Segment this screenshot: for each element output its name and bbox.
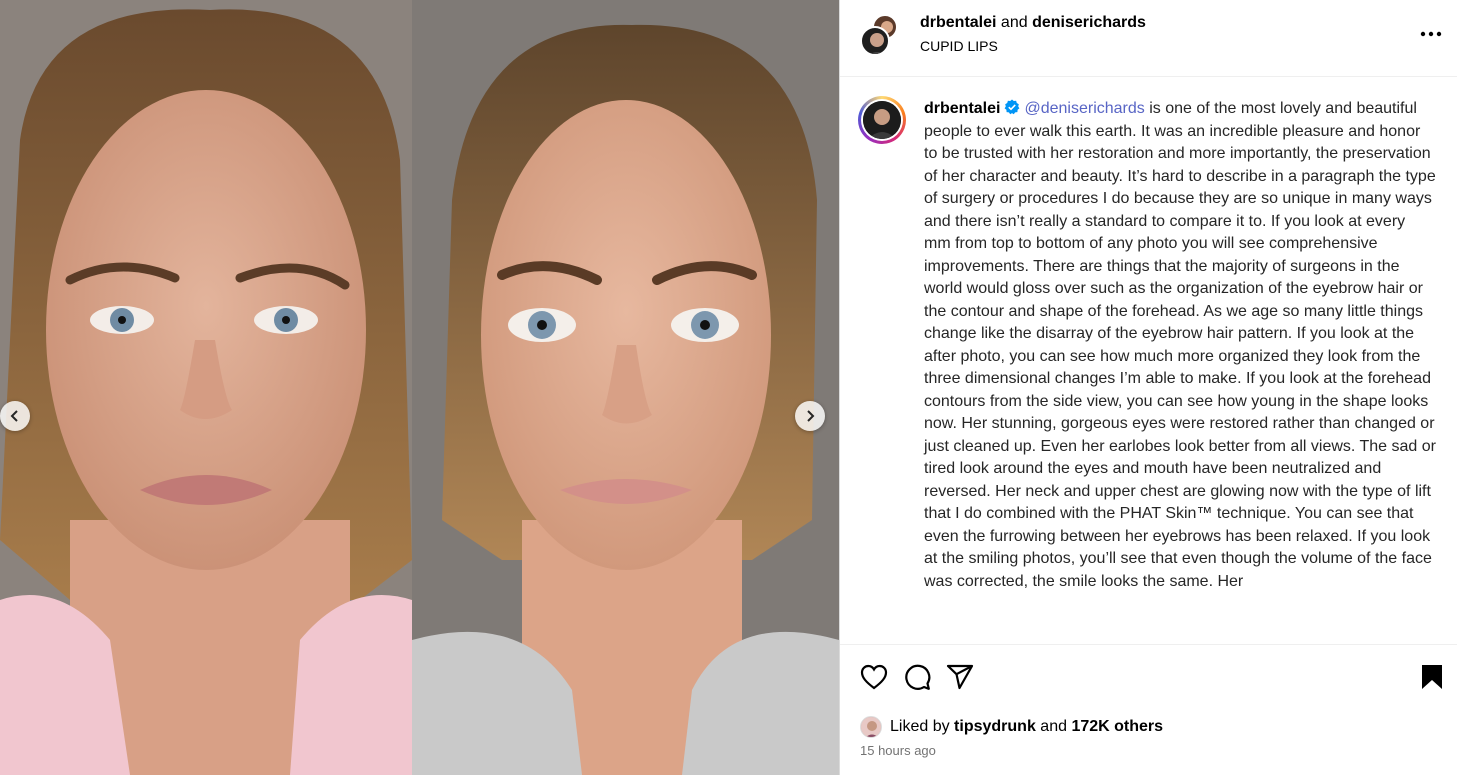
likes-count-link[interactable]: 172K others	[1071, 718, 1163, 736]
chevron-left-icon	[10, 410, 18, 422]
comment-button[interactable]	[901, 661, 933, 693]
next-button[interactable]	[795, 401, 825, 431]
after-photo	[412, 0, 839, 775]
caption-text: drbentalei @deniserichards is one of the…	[924, 98, 1436, 593]
share-icon	[946, 664, 974, 690]
before-photo	[0, 0, 412, 775]
more-options-button[interactable]	[1416, 20, 1446, 48]
share-button[interactable]	[944, 661, 976, 693]
post-header: drbentalei and deniserichards CUPID LIPS	[840, 0, 1457, 77]
post-details-panel: drbentalei and deniserichards CUPID LIPS	[839, 0, 1457, 775]
caption-section: drbentalei @deniserichards is one of the…	[840, 78, 1457, 644]
comment-icon	[905, 664, 931, 690]
verified-badge-icon	[1005, 99, 1020, 115]
author-username-link[interactable]: drbentalei	[920, 14, 996, 31]
more-options-icon	[1420, 31, 1442, 37]
liker-avatar[interactable]	[860, 716, 882, 738]
collab-usernames: drbentalei and deniserichards	[920, 14, 1146, 32]
post-timestamp[interactable]: 15 hours ago	[860, 743, 936, 758]
post-media[interactable]	[0, 0, 839, 775]
chevron-right-icon	[807, 410, 815, 422]
caption-author-link[interactable]: drbentalei	[924, 100, 1000, 117]
collab-avatars[interactable]	[860, 14, 900, 56]
like-button[interactable]	[858, 661, 890, 693]
likes-summary: Liked by tipsydrunk and 172K others	[860, 715, 1163, 739]
save-button[interactable]	[1416, 661, 1448, 693]
previous-button[interactable]	[0, 401, 30, 431]
caption-avatar[interactable]	[858, 96, 906, 144]
caption-body: is one of the most lovely and beautiful …	[924, 100, 1436, 590]
post-actions: Liked by tipsydrunk and 172K others 15 h…	[840, 644, 1457, 775]
collaborator-username-link[interactable]: deniserichards	[1032, 14, 1146, 31]
and-text: and	[1000, 14, 1028, 31]
liked-by-text: Liked by	[890, 718, 950, 735]
likes-and-text: and	[1040, 718, 1067, 735]
heart-icon	[860, 664, 888, 690]
liker-username-link[interactable]: tipsydrunk	[954, 718, 1036, 736]
post-subtitle[interactable]: CUPID LIPS	[920, 38, 998, 54]
bookmark-icon	[1422, 665, 1442, 689]
mention-link[interactable]: @deniserichards	[1024, 100, 1144, 117]
avatar[interactable]	[860, 26, 890, 56]
